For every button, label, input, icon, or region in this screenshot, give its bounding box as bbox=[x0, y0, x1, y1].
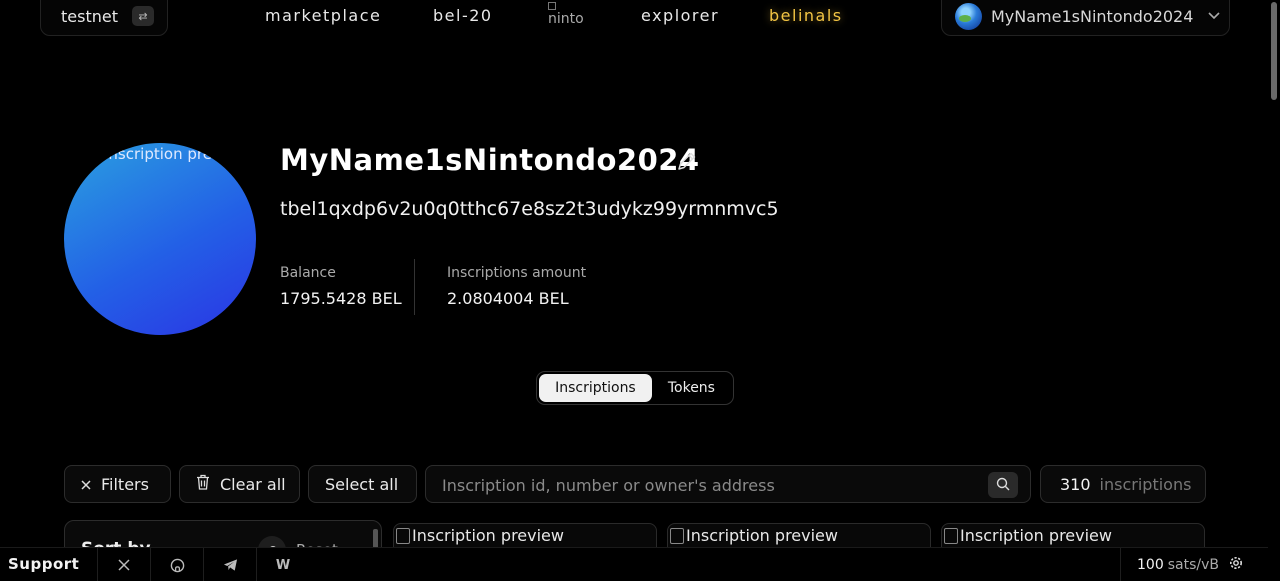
inscriptions-amount-label: Inscriptions amount bbox=[447, 265, 587, 281]
x-icon[interactable] bbox=[97, 548, 150, 581]
search-icon bbox=[996, 476, 1010, 495]
balance-value: 1795.5428 BEL bbox=[280, 289, 402, 308]
broken-image-icon bbox=[396, 527, 410, 544]
nav-marketplace[interactable]: marketplace bbox=[265, 6, 381, 25]
filters-button[interactable]: Filters bbox=[64, 465, 171, 503]
broken-image-icon bbox=[548, 2, 556, 10]
logo[interactable]: ninto bbox=[548, 0, 586, 30]
count-number: 310 bbox=[1060, 474, 1091, 494]
account-name: MyName1sNintondo2024 bbox=[991, 6, 1194, 26]
swap-icon[interactable]: ⇄ bbox=[131, 6, 154, 26]
wallet-address: tbel1qxdp6v2u0q0tthc67e8sz2t3udykz99yrmn… bbox=[280, 198, 779, 220]
pencil-icon[interactable] bbox=[676, 150, 698, 172]
trash-icon bbox=[196, 474, 210, 494]
clear-all-label: Clear all bbox=[220, 474, 286, 494]
inscription-preview-image: Inscription preview bbox=[670, 526, 838, 545]
avatar-alt-text: Inscription preview bbox=[104, 145, 247, 163]
tab-tokens[interactable]: Tokens bbox=[652, 374, 731, 402]
fee-value: 100 bbox=[1137, 557, 1164, 573]
close-icon bbox=[81, 475, 91, 494]
w-icon[interactable]: W bbox=[256, 548, 309, 581]
account-menu[interactable]: MyName1sNintondo2024 bbox=[941, 0, 1230, 36]
tab-switcher: Inscriptions Tokens bbox=[536, 371, 734, 405]
tab-inscriptions[interactable]: Inscriptions bbox=[539, 374, 652, 402]
card-alt-text: Inscription preview bbox=[960, 526, 1112, 545]
broken-image-icon bbox=[670, 527, 684, 544]
page-scrollbar[interactable] bbox=[1268, 0, 1280, 581]
footer-bar: Support W 100 sats/vB bbox=[0, 547, 1268, 581]
network-label: testnet bbox=[61, 6, 118, 26]
chevron-down-icon bbox=[1208, 9, 1220, 23]
inscription-preview-image: Inscription preview bbox=[396, 526, 564, 545]
balance-label: Balance bbox=[280, 265, 336, 281]
nav-explorer[interactable]: explorer bbox=[641, 6, 719, 25]
fee-rate[interactable]: 100 sats/vB bbox=[1120, 548, 1243, 581]
filters-label: Filters bbox=[101, 474, 149, 494]
inscriptions-amount-value: 2.0804004 BEL bbox=[447, 289, 569, 308]
profile-name: MyName1sNintondo2024 bbox=[280, 143, 700, 177]
search-box bbox=[425, 465, 1031, 503]
logo-alt-text: ninto bbox=[548, 11, 584, 27]
top-navigation: testnet ⇄ marketplace bel-20 ninto explo… bbox=[0, 0, 1280, 40]
search-button[interactable] bbox=[988, 472, 1018, 498]
card-alt-text: Inscription preview bbox=[686, 526, 838, 545]
inscription-preview-image: Inscription preview bbox=[944, 526, 1112, 545]
clear-all-button[interactable]: Clear all bbox=[179, 465, 300, 503]
account-avatar bbox=[955, 2, 982, 30]
gear-icon[interactable] bbox=[1229, 556, 1243, 574]
nav-belinals[interactable]: belinals bbox=[769, 6, 843, 25]
inscriptions-count: 310 inscriptions bbox=[1040, 465, 1206, 503]
broken-image-icon bbox=[944, 527, 958, 544]
stats-divider bbox=[414, 259, 415, 315]
card-alt-text: Inscription preview bbox=[412, 526, 564, 545]
select-all-button[interactable]: Select all bbox=[308, 465, 417, 503]
select-all-label: Select all bbox=[325, 474, 399, 494]
network-switch[interactable]: testnet ⇄ bbox=[40, 0, 168, 36]
profile-avatar: Inscription preview bbox=[64, 143, 256, 335]
fee-unit: sats/vB bbox=[1167, 557, 1219, 573]
nav-bel-20[interactable]: bel-20 bbox=[433, 6, 493, 25]
github-icon[interactable] bbox=[150, 548, 203, 581]
telegram-icon[interactable] bbox=[203, 548, 256, 581]
count-unit: inscriptions bbox=[1099, 474, 1192, 494]
support-label: Support bbox=[8, 555, 80, 573]
scrollbar-thumb[interactable] bbox=[1271, 2, 1277, 100]
search-input[interactable] bbox=[442, 474, 982, 496]
